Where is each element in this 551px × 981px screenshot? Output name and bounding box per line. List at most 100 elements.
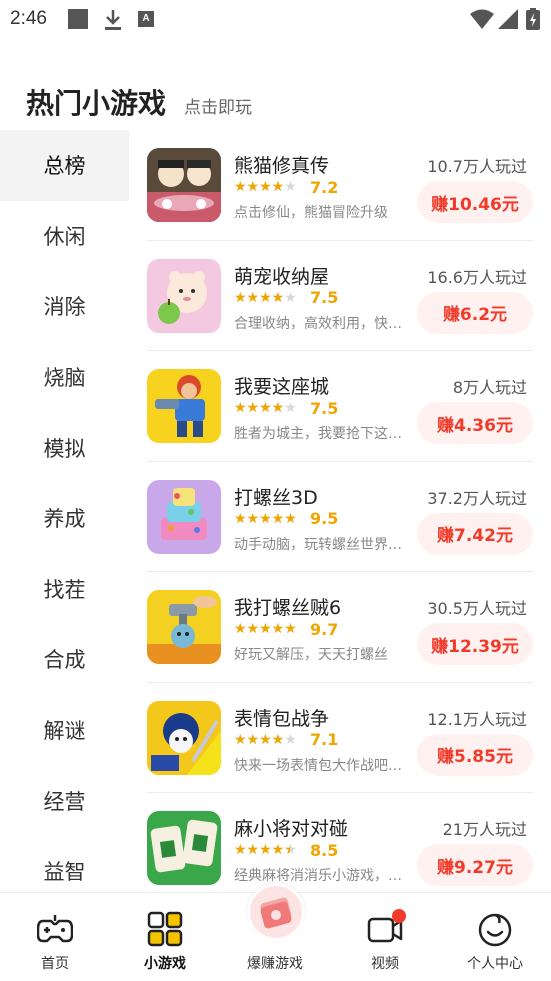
game-description: 合理收纳，高效利用，快…	[234, 315, 402, 332]
rating: ★★★★★ ★★★★★ 9.7	[234, 619, 339, 639]
game-name: 打螺丝3D	[234, 486, 318, 509]
city-game-image	[147, 369, 221, 443]
sidebar-item-spot-difference[interactable]: 找茬	[0, 554, 129, 625]
earn-button[interactable]: 赚5.85元	[417, 733, 533, 776]
a-icon: A	[138, 11, 154, 27]
page-title: 热门小游戏	[26, 87, 167, 120]
download-icon	[105, 10, 121, 30]
game-description: 快来一场表情包大作战吧…	[234, 757, 402, 774]
game-list-item[interactable]: 我打螺丝贼6 30.5万人玩过 ★★★★★ ★★★★★ 9.7 好玩又解压，天天…	[147, 572, 533, 683]
game-thumbnail[interactable]	[147, 811, 221, 885]
sidebar-item-management[interactable]: 经营	[0, 765, 129, 836]
tab-video[interactable]: 视频	[340, 893, 430, 981]
wifi-icon	[470, 9, 494, 29]
play-count: 10.7万人玩过	[427, 157, 527, 176]
tab-home[interactable]: 首页	[10, 893, 100, 981]
gamepad-icon	[37, 915, 73, 943]
rating: ★★★★★ ★★★★★ 8.5	[234, 841, 338, 860]
notification-badge	[392, 909, 406, 923]
play-count: 12.1万人玩过	[427, 709, 527, 729]
game-thumbnail[interactable]	[147, 479, 221, 554]
star-rating-icon: ★★★★★ ★★★★★	[234, 842, 297, 858]
category-sidebar: 总榜 休闲 消除 烧脑 模拟 养成 找茬 合成 解谜 经营 益智	[0, 130, 129, 892]
sidebar-item-brain[interactable]: 烧脑	[0, 342, 129, 413]
game-thumbnail[interactable]	[147, 590, 221, 664]
battery-icon	[526, 8, 540, 30]
game-list-item[interactable]: 萌宠收纳屋 16.6万人玩过 ★★★★★ ★★★★★ 7.5 合理收纳，高效利用…	[147, 241, 533, 351]
bottom-navigation: 首页 小游戏 爆赚游戏 视频 个人中心	[0, 883, 551, 981]
game-thumbnail[interactable]	[147, 369, 221, 443]
rating-value: 7.5	[310, 398, 339, 418]
play-count: 37.2万人玩过	[427, 488, 527, 508]
earn-button[interactable]: 赚6.2元	[417, 291, 533, 334]
status-bar: 2:46 A	[0, 0, 551, 38]
rating-value: 9.5	[310, 509, 339, 528]
game-description: 点击修仙，熊猫冒险升级	[234, 205, 388, 221]
tab-mini-games[interactable]: 小游戏	[120, 893, 210, 981]
rating: ★★★★★ ★★★★★ 7.1	[234, 730, 339, 749]
game-list-item[interactable]: 打螺丝3D 37.2万人玩过 ★★★★★ ★★★★★ 9.5 动手动脑，玩转螺丝…	[147, 462, 533, 572]
meme-war-game-image	[147, 700, 221, 775]
play-count: 21万人玩过	[442, 820, 527, 839]
sidebar-item-total[interactable]: 总榜	[0, 130, 129, 201]
grid-icon	[147, 911, 183, 947]
pet-storage-game-image	[147, 258, 221, 333]
game-name: 表情包战争	[234, 707, 330, 730]
game-thumbnail[interactable]	[147, 700, 221, 775]
star-rating-icon: ★★★★★ ★★★★★	[234, 289, 297, 306]
tab-profile-label: 个人中心	[467, 956, 523, 972]
cellular-icon	[498, 9, 518, 29]
smile-icon	[478, 913, 512, 947]
screw-thief-game-image	[147, 590, 221, 664]
tab-hot-earn-label: 爆赚游戏	[247, 956, 303, 972]
sidebar-item-nurture[interactable]: 养成	[0, 483, 129, 554]
panda-game-image	[147, 148, 221, 222]
game-description: 动手动脑，玩转螺丝世界…	[234, 536, 402, 553]
earn-button[interactable]: 赚12.39元	[417, 623, 533, 665]
play-count: 16.6万人玩过	[427, 267, 527, 287]
sidebar-item-match[interactable]: 消除	[0, 271, 129, 342]
rating: ★★★★★ ★★★★★ 7.5	[234, 398, 339, 418]
play-count: 30.5万人玩过	[427, 599, 527, 618]
tab-profile[interactable]: 个人中心	[450, 893, 540, 981]
rating-value: 9.7	[310, 619, 339, 639]
square-notification-icon	[68, 9, 88, 29]
mahjong-game-image	[147, 811, 221, 885]
screw-3d-game-image	[147, 479, 221, 554]
game-description: 好玩又解压，天天打螺丝	[234, 647, 388, 663]
tab-mini-games-label: 小游戏	[144, 956, 186, 972]
earn-button[interactable]: 赚4.36元	[417, 402, 533, 444]
game-name: 我要这座城	[234, 376, 330, 398]
sidebar-item-puzzle[interactable]: 解谜	[0, 695, 129, 766]
status-time: 2:46	[10, 8, 47, 29]
rating-value: 7.1	[310, 730, 339, 749]
star-rating-icon: ★★★★★ ★★★★★	[234, 179, 297, 195]
game-name: 萌宠收纳屋	[234, 265, 330, 288]
earn-button[interactable]: 赚10.46元	[417, 181, 533, 223]
game-list-item[interactable]: 熊猫修真传 10.7万人玩过 ★★★★★ ★★★★★ 7.2 点击修仙，熊猫冒险…	[147, 130, 533, 241]
game-description: 胜者为城主，我要抢下这…	[234, 426, 402, 442]
star-rating-icon: ★★★★★ ★★★★★	[234, 621, 297, 637]
tab-hot-earn[interactable]: 爆赚游戏	[230, 893, 320, 981]
earn-button[interactable]: 赚9.27元	[417, 844, 533, 886]
tab-video-label: 视频	[371, 956, 399, 972]
game-thumbnail[interactable]	[147, 148, 221, 222]
tab-home-label: 首页	[41, 956, 69, 972]
rating-value: 7.5	[310, 288, 339, 307]
game-list-item[interactable]: 我要这座城 8万人玩过 ★★★★★ ★★★★★ 7.5 胜者为城主，我要抢下这……	[147, 351, 533, 462]
sidebar-item-merge[interactable]: 合成	[0, 624, 129, 695]
game-list-item[interactable]: 麻小将对对碰 21万人玩过 ★★★★★ ★★★★★ 8.5 经典麻将消消乐小游戏…	[147, 793, 533, 892]
rating-value: 7.2	[310, 177, 339, 197]
sidebar-item-casual[interactable]: 休闲	[0, 201, 129, 272]
game-thumbnail[interactable]	[147, 258, 221, 333]
rating: ★★★★★ ★★★★★ 7.2	[234, 177, 339, 197]
star-rating-icon: ★★★★★ ★★★★★	[234, 731, 297, 748]
earn-button[interactable]: 赚7.42元	[417, 512, 533, 555]
game-name: 我打螺丝贼6	[234, 597, 342, 619]
game-list-item[interactable]: 表情包战争 12.1万人玩过 ★★★★★ ★★★★★ 7.1 快来一场表情包大作…	[147, 683, 533, 793]
star-rating-icon: ★★★★★ ★★★★★	[234, 400, 297, 416]
star-rating-icon: ★★★★★ ★★★★★	[234, 510, 297, 527]
play-count: 8万人玩过	[452, 378, 527, 397]
game-description: 经典麻将消消乐小游戏，…	[234, 868, 402, 884]
sidebar-item-simulation[interactable]: 模拟	[0, 412, 129, 483]
